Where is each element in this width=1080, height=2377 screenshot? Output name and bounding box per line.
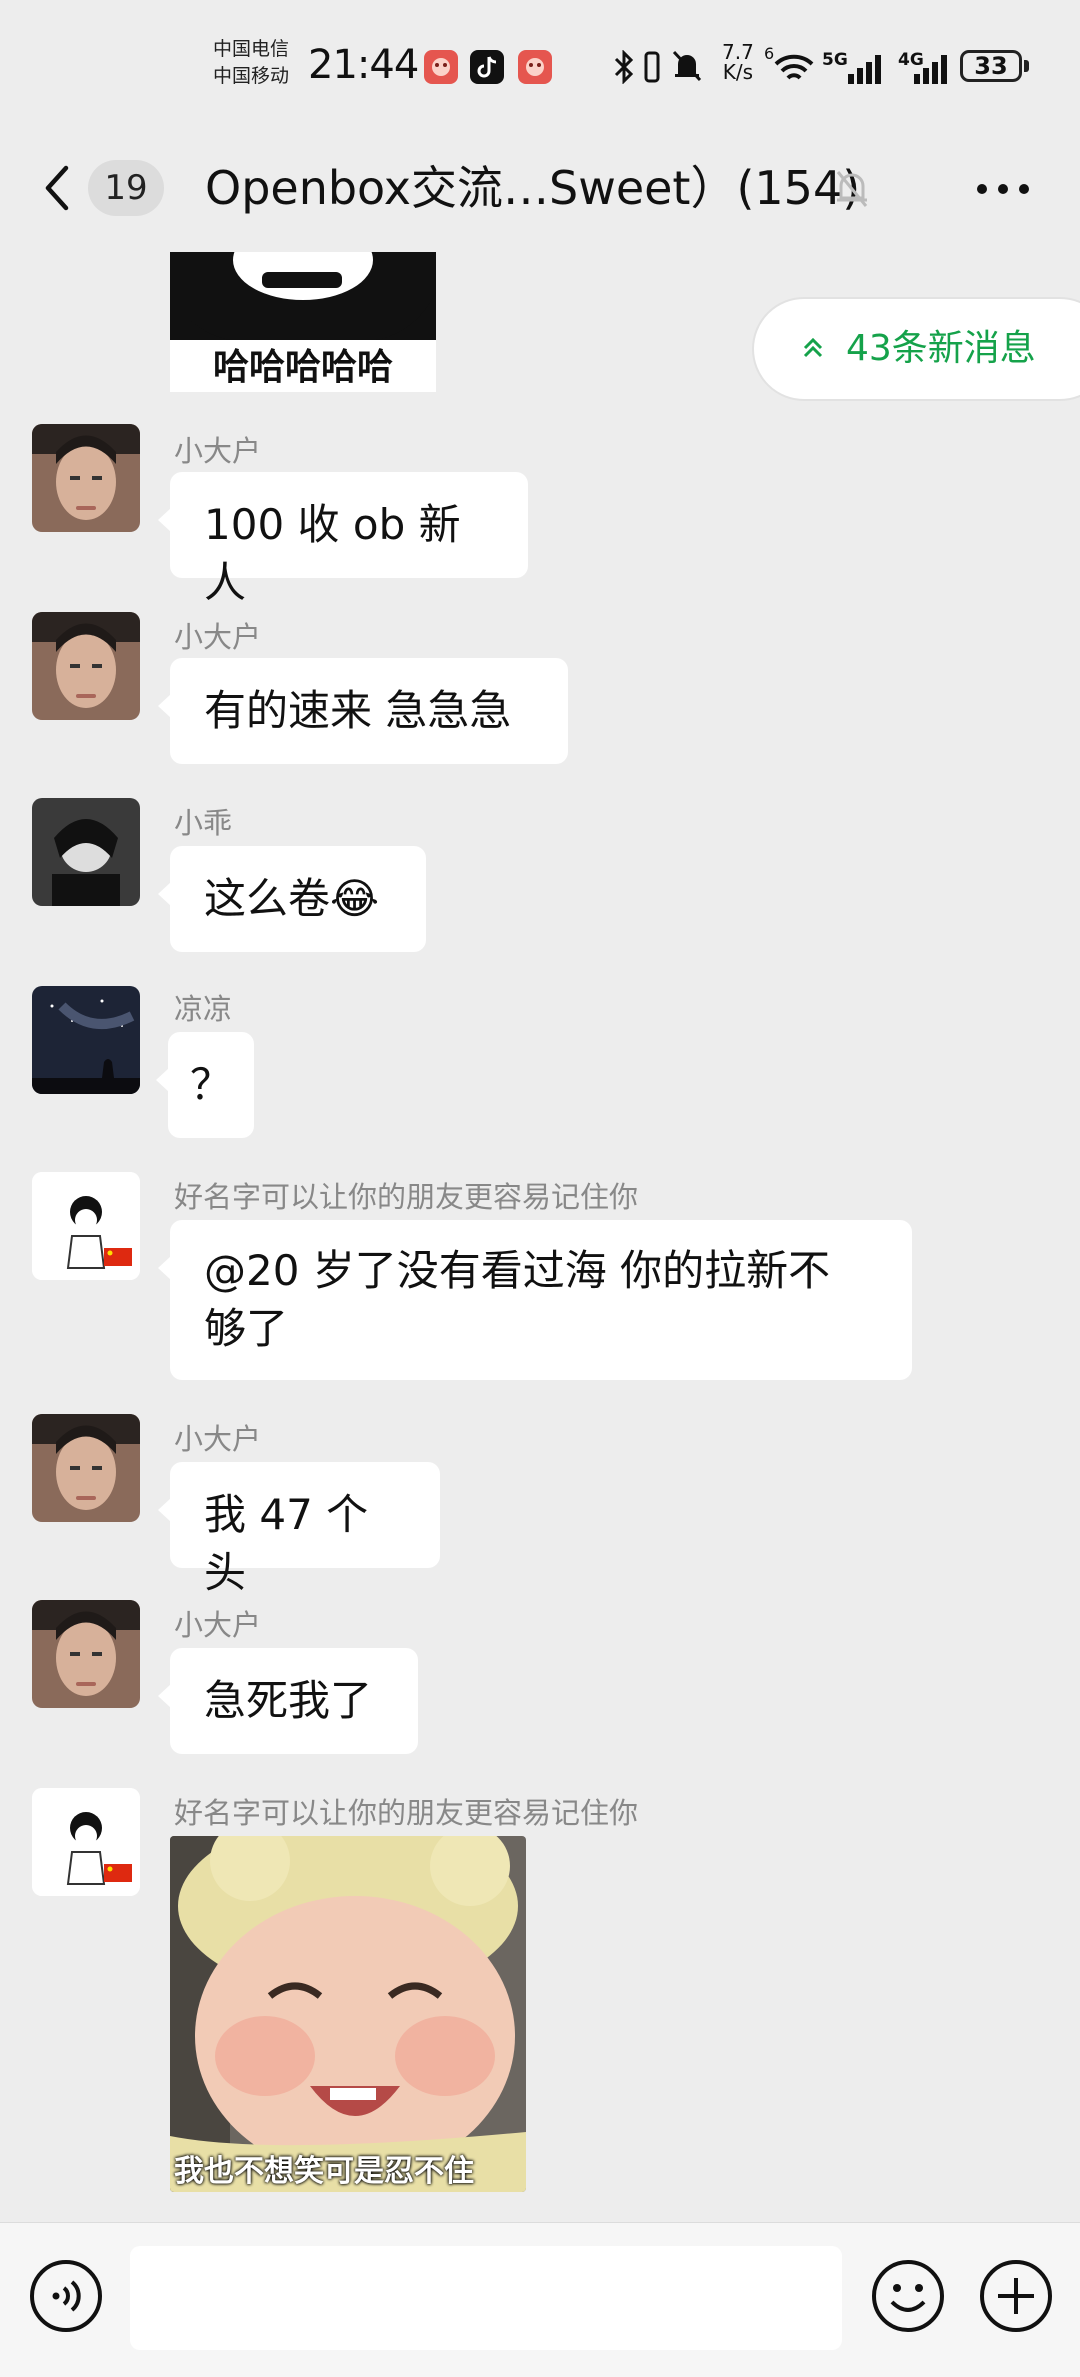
sender-name: 小大户 xyxy=(174,620,262,654)
battery-icon: 33 xyxy=(960,50,1022,82)
sticker-image[interactable]: 哈哈哈哈哈 xyxy=(170,252,436,392)
bubble-tail xyxy=(158,1498,171,1522)
avatar[interactable] xyxy=(32,798,140,906)
message-bubble[interactable]: ？ xyxy=(156,1032,254,1138)
unread-count-badge[interactable]: 19 xyxy=(88,160,164,216)
battery-tip xyxy=(1024,60,1029,72)
signal-icon xyxy=(848,55,881,84)
image-message[interactable]: 我也不想笑可是忍不住 xyxy=(170,1836,526,2192)
avatar[interactable] xyxy=(32,424,140,532)
sender-name: 好名字可以让你的朋友更容易记住你 xyxy=(174,1796,639,1830)
signal-icon xyxy=(914,55,947,84)
message-bubble[interactable]: 我 47 个头 xyxy=(158,1462,440,1597)
avatar[interactable] xyxy=(32,1788,140,1896)
wifi-icon xyxy=(774,54,814,80)
emoji-icon[interactable] xyxy=(870,2258,946,2334)
more-dots-icon[interactable] xyxy=(976,183,1030,195)
sender-name: 凉凉 xyxy=(174,992,233,1026)
status-time: 21:44 xyxy=(308,42,419,88)
baby-photo xyxy=(170,1836,526,2192)
bubble-tail xyxy=(158,1256,171,1280)
sticker-caption: 哈哈哈哈哈 xyxy=(212,347,393,388)
5g-label: 5G xyxy=(822,50,848,70)
status-bar: 中国电信 中国移动 21:44 7.7 K/s 6 5G 4G 33 xyxy=(0,0,1080,140)
message-text: 我 47 个头 xyxy=(204,1490,369,1597)
plus-icon[interactable] xyxy=(978,2258,1054,2334)
bubble-tail xyxy=(158,882,171,906)
avatar[interactable] xyxy=(32,1600,140,1708)
app-icon xyxy=(424,50,458,84)
sender-name: 小大户 xyxy=(174,434,262,468)
bubble-tail xyxy=(156,1068,169,1092)
message-bubble[interactable]: 这么卷😂 xyxy=(158,846,426,952)
message-bubble[interactable]: 急死我了 xyxy=(158,1648,418,1754)
muted-bell-icon xyxy=(836,171,868,207)
message-bubble[interactable]: @20 岁了没有看过海 你的拉新不 够了 xyxy=(158,1220,912,1380)
new-messages-label[interactable]: 43条新消息 xyxy=(846,322,1036,376)
carrier-label: 中国电信 中国移动 xyxy=(213,38,290,87)
avatar[interactable] xyxy=(32,1414,140,1522)
sender-name: 小大户 xyxy=(174,1422,262,1456)
net-speed: 7.7 K/s xyxy=(722,40,754,84)
voice-icon[interactable] xyxy=(28,2258,104,2334)
avatar[interactable] xyxy=(32,986,140,1094)
bubble-tail xyxy=(158,1684,171,1708)
message-text: 急死我了 xyxy=(204,1676,373,1725)
message-text: ？ xyxy=(189,1060,232,1109)
sender-name: 小大户 xyxy=(174,1608,262,1642)
app-icon xyxy=(518,50,552,84)
message-bubble[interactable]: 有的速来 急急急 xyxy=(158,658,568,764)
back-chevron-icon[interactable] xyxy=(40,164,74,212)
avatar[interactable] xyxy=(32,1172,140,1280)
message-input[interactable] xyxy=(130,2246,842,2350)
image-caption: 我也不想笑可是忍不住 xyxy=(174,2154,474,2189)
message-text-line-2: 够了 xyxy=(204,1304,289,1353)
sender-name: 好名字可以让你的朋友更容易记住你 xyxy=(174,1180,639,1214)
double-chevron-up-icon xyxy=(803,337,823,358)
message-bubble[interactable]: 100 收 ob 新人 xyxy=(158,472,528,607)
message-text: 这么卷😂 xyxy=(204,874,380,923)
sender-name: 小乖 xyxy=(174,806,233,840)
vibrate-icon xyxy=(644,51,660,83)
mute-bell-icon xyxy=(672,50,702,82)
bubble-tail xyxy=(158,694,171,718)
bluetooth-icon xyxy=(614,50,634,84)
message-text-line-1: @20 岁了没有看过海 你的拉新不 xyxy=(204,1246,831,1295)
tiktok-icon xyxy=(470,50,504,84)
chat-title[interactable]: Openbox交流…Sweet）(154) xyxy=(205,156,860,220)
message-text: 有的速来 急急急 xyxy=(204,686,512,735)
bubble-tail xyxy=(158,508,171,532)
message-text: 100 收 ob 新人 xyxy=(204,500,461,607)
avatar[interactable] xyxy=(32,612,140,720)
